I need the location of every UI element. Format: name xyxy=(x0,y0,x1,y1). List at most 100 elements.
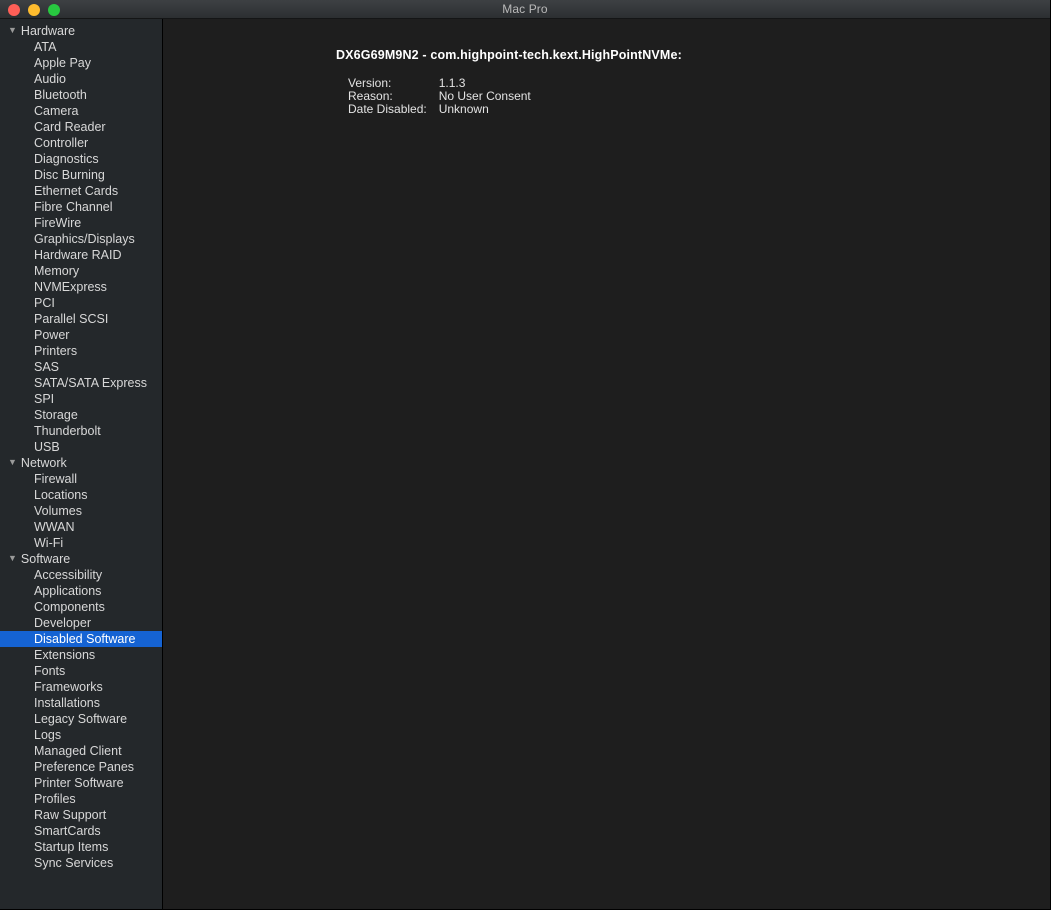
sidebar-item-legacy-software[interactable]: Legacy Software xyxy=(0,711,162,727)
sidebar-item-disabled-software[interactable]: Disabled Software xyxy=(0,631,162,647)
sidebar-item-logs[interactable]: Logs xyxy=(0,727,162,743)
sidebar-item-label: Thunderbolt xyxy=(34,423,101,439)
sidebar-item-applications[interactable]: Applications xyxy=(0,583,162,599)
sidebar-item-label: Printers xyxy=(34,343,77,359)
detail-field-key: Date Disabled: xyxy=(348,103,439,116)
sidebar-item-extensions[interactable]: Extensions xyxy=(0,647,162,663)
system-information-window: Mac Pro ▼ HardwareATAApple PayAudioBlueto… xyxy=(0,0,1051,910)
sidebar-item-diagnostics[interactable]: Diagnostics xyxy=(0,151,162,167)
sidebar-item-controller[interactable]: Controller xyxy=(0,135,162,151)
sidebar-item-label: WWAN xyxy=(34,519,75,535)
sidebar-item-storage[interactable]: Storage xyxy=(0,407,162,423)
title-bar[interactable]: Mac Pro xyxy=(0,0,1050,19)
sidebar-item-printer-software[interactable]: Printer Software xyxy=(0,775,162,791)
sidebar-item-developer[interactable]: Developer xyxy=(0,615,162,631)
sidebar-item-label: Managed Client xyxy=(34,743,122,759)
sidebar-group-hardware[interactable]: ▼ Hardware xyxy=(0,23,162,39)
minimize-button[interactable] xyxy=(28,4,40,16)
detail-field-rows: Version:1.1.3Reason:No User ConsentDate … xyxy=(348,77,531,116)
sidebar-item-label: Installations xyxy=(34,695,100,711)
sidebar-item-label: PCI xyxy=(34,295,55,311)
sidebar-item-thunderbolt[interactable]: Thunderbolt xyxy=(0,423,162,439)
sidebar-item-profiles[interactable]: Profiles xyxy=(0,791,162,807)
sidebar-item-label: USB xyxy=(34,439,60,455)
sidebar-item-accessibility[interactable]: Accessibility xyxy=(0,567,162,583)
zoom-button[interactable] xyxy=(48,4,60,16)
sidebar-item-components[interactable]: Components xyxy=(0,599,162,615)
sidebar-item-sata-sata-express[interactable]: SATA/SATA Express xyxy=(0,375,162,391)
sidebar-item-bluetooth[interactable]: Bluetooth xyxy=(0,87,162,103)
sidebar-item-ata[interactable]: ATA xyxy=(0,39,162,55)
sidebar-item-spi[interactable]: SPI xyxy=(0,391,162,407)
sidebar-item-label: Sync Services xyxy=(34,855,113,871)
sidebar-item-label: Extensions xyxy=(34,647,95,663)
sidebar-item-label: SPI xyxy=(34,391,54,407)
sidebar-item-label: Components xyxy=(34,599,105,615)
sidebar-item-nvmexpress[interactable]: NVMExpress xyxy=(0,279,162,295)
sidebar-item-smartcards[interactable]: SmartCards xyxy=(0,823,162,839)
sidebar-item-frameworks[interactable]: Frameworks xyxy=(0,679,162,695)
sidebar-item-label: Wi-Fi xyxy=(34,535,63,551)
sidebar-item-managed-client[interactable]: Managed Client xyxy=(0,743,162,759)
sidebar-item-label: Audio xyxy=(34,71,66,87)
sidebar-item-label: Graphics/Displays xyxy=(34,231,135,247)
sidebar-item-label: SAS xyxy=(34,359,59,375)
sidebar-item-label: Developer xyxy=(34,615,91,631)
detail-field-row: Date Disabled:Unknown xyxy=(348,103,531,116)
chevron-down-icon[interactable]: ▼ xyxy=(8,551,17,566)
sidebar-item-sas[interactable]: SAS xyxy=(0,359,162,375)
sidebar-item-label: Bluetooth xyxy=(34,87,87,103)
sidebar-item-label: Camera xyxy=(34,103,78,119)
sidebar-item-label: Fonts xyxy=(34,663,65,679)
sidebar-item-parallel-scsi[interactable]: Parallel SCSI xyxy=(0,311,162,327)
sidebar-item-label: Disc Burning xyxy=(34,167,105,183)
sidebar-item-label: SmartCards xyxy=(34,823,101,839)
sidebar-item-locations[interactable]: Locations xyxy=(0,487,162,503)
sidebar-item-apple-pay[interactable]: Apple Pay xyxy=(0,55,162,71)
sidebar-item-label: Accessibility xyxy=(34,567,102,583)
sidebar-tree[interactable]: ▼ HardwareATAApple PayAudioBluetoothCamer… xyxy=(0,19,163,909)
sidebar-item-startup-items[interactable]: Startup Items xyxy=(0,839,162,855)
sidebar-item-pci[interactable]: PCI xyxy=(0,295,162,311)
sidebar-item-label: Fibre Channel xyxy=(34,199,113,215)
sidebar-item-label: Storage xyxy=(34,407,78,423)
sidebar-item-hardware-raid[interactable]: Hardware RAID xyxy=(0,247,162,263)
sidebar-item-label: Parallel SCSI xyxy=(34,311,108,327)
sidebar-item-label: Preference Panes xyxy=(34,759,134,775)
chevron-down-icon[interactable]: ▼ xyxy=(8,23,17,38)
sidebar-item-label: FireWire xyxy=(34,215,81,231)
window-controls xyxy=(8,0,60,19)
sidebar-item-volumes[interactable]: Volumes xyxy=(0,503,162,519)
sidebar-item-camera[interactable]: Camera xyxy=(0,103,162,119)
sidebar-item-installations[interactable]: Installations xyxy=(0,695,162,711)
sidebar-item-audio[interactable]: Audio xyxy=(0,71,162,87)
sidebar-item-preference-panes[interactable]: Preference Panes xyxy=(0,759,162,775)
sidebar-item-printers[interactable]: Printers xyxy=(0,343,162,359)
sidebar-item-power[interactable]: Power xyxy=(0,327,162,343)
sidebar-item-label: Card Reader xyxy=(34,119,106,135)
sidebar-item-fibre-channel[interactable]: Fibre Channel xyxy=(0,199,162,215)
sidebar-group-label: Hardware xyxy=(21,23,75,39)
sidebar-item-label: NVMExpress xyxy=(34,279,107,295)
sidebar-group-label: Software xyxy=(21,551,70,567)
chevron-down-icon[interactable]: ▼ xyxy=(8,455,17,470)
sidebar-item-firewall[interactable]: Firewall xyxy=(0,471,162,487)
close-button[interactable] xyxy=(8,4,20,16)
sidebar-item-disc-burning[interactable]: Disc Burning xyxy=(0,167,162,183)
sidebar-item-wwan[interactable]: WWAN xyxy=(0,519,162,535)
sidebar-group-network[interactable]: ▼Network xyxy=(0,455,162,471)
sidebar-item-memory[interactable]: Memory xyxy=(0,263,162,279)
sidebar-item-graphics-displays[interactable]: Graphics/Displays xyxy=(0,231,162,247)
sidebar-item-wi-fi[interactable]: Wi-Fi xyxy=(0,535,162,551)
sidebar-group-software[interactable]: ▼ Software xyxy=(0,551,162,567)
sidebar-item-firewire[interactable]: FireWire xyxy=(0,215,162,231)
sidebar-item-card-reader[interactable]: Card Reader xyxy=(0,119,162,135)
sidebar-item-fonts[interactable]: Fonts xyxy=(0,663,162,679)
sidebar-item-label: Startup Items xyxy=(34,839,108,855)
sidebar-item-ethernet-cards[interactable]: Ethernet Cards xyxy=(0,183,162,199)
sidebar-item-label: Firewall xyxy=(34,471,77,487)
sidebar-item-sync-services[interactable]: Sync Services xyxy=(0,855,162,871)
sidebar-item-label: ATA xyxy=(34,39,56,55)
sidebar-item-usb[interactable]: USB xyxy=(0,439,162,455)
sidebar-item-raw-support[interactable]: Raw Support xyxy=(0,807,162,823)
